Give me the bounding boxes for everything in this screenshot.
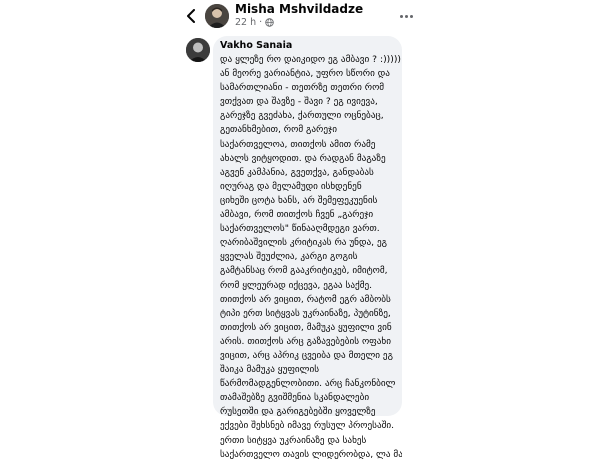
- post-header: Misha Mshvildadze 22 h ·: [0, 0, 600, 34]
- comment-bubble: Vakho Sanaia და ყლეზე რო დაიკიდო ეგ ამბა…: [213, 36, 402, 460]
- post-meta: 22 h ·: [235, 17, 274, 28]
- more-dot: [404, 14, 408, 18]
- comment-line: ან მეორე ვარიანტია, უფრო სწორი და: [220, 68, 390, 80]
- comment-line: ვიცით, არც აპრიკ ცვეიბა და მთელი ეგ: [220, 349, 393, 361]
- post-time[interactable]: 22 h: [235, 17, 256, 28]
- comment-line: სამართლიანი - თეთრზე თეთრი რომ: [220, 82, 385, 94]
- comment-line: აგვენ კამპანია, გვეთქვა, განდაბას: [220, 166, 374, 178]
- comment-line: თითქოს არ ვიცით, მამუკა ყუფილი ვინ: [220, 321, 392, 333]
- comment-line: ციხეში ცოტა ხანს, არ შემეფეკუენის: [220, 194, 378, 206]
- comment-line: გეთანხმებით, რომ გარეჯი: [220, 124, 337, 136]
- chevron-left-icon: [187, 9, 195, 23]
- comment-line: რომ ყლეურად იქცევა, ეგაა საქმე.: [220, 279, 373, 291]
- comment-line: წარმომადგენლობითი. არც ჩანკონბილ: [220, 378, 396, 390]
- comment-line: შაიკა მამუკა ყუფილის: [220, 364, 320, 376]
- more-dot: [409, 14, 413, 18]
- author-avatar[interactable]: [205, 4, 229, 28]
- post-author-name[interactable]: Misha Mshvildadze: [235, 2, 363, 16]
- comment-line: გამტანსაც რომ გააკრიტიკებ, იმიტომ,: [220, 265, 388, 277]
- comment-line: საქართველოს" წინააღმდეგი ვართ.: [220, 223, 380, 235]
- comment-line: ყველას შეუძლია, კარგი გოგის: [220, 251, 358, 263]
- more-options-button[interactable]: [396, 10, 416, 22]
- comment-line: ერთი სიტყვა უკრაინაზე და სახეს: [220, 434, 367, 446]
- comment-line: ტიპი ერთ სიტყვას უკრაინაზე, პუტინზე,: [220, 307, 391, 319]
- commenter-avatar[interactable]: [186, 38, 210, 62]
- comment-line: ვთქვათ და შავზე - შავი ? ეგ ივიევა,: [220, 96, 378, 108]
- comment-line: იღურაგ და მელამუდი ისხდენენ: [220, 180, 362, 192]
- comment-line: საქართველო თავის ლიდერობდა, ლა მადის: [220, 448, 402, 460]
- comment-line: და ყლეზე რო დაიკიდო ეგ ამბავი ? :))))): [220, 54, 401, 65]
- comment-line: საქართველოა, თითქოს ამით რამე: [220, 138, 376, 150]
- comment-line: ღარიბაშვილის კრიტიკას რა უნდა, ეგ: [220, 237, 387, 249]
- comment-line: რუსეთში და გარიგებებში ყოველზე: [220, 406, 376, 418]
- back-button[interactable]: [184, 8, 198, 24]
- comment-text: და ყლეზე რო დაიკიდო ეგ ამბავი ? :))))) ა…: [220, 53, 402, 462]
- more-dots-icon: [399, 14, 403, 18]
- comment-line: თითქოს არ ვიცით, რატომ ეგრ ამბობს: [220, 293, 391, 305]
- comment-author[interactable]: Vakho Sanaia: [220, 40, 402, 52]
- comment-line: არის. თითქოს არც გაზავებების ოფახი: [220, 335, 391, 347]
- comment-line: ახალს ვიტყოდით. და რადგან მაგაზე: [220, 152, 386, 164]
- comment-line: გარეჯზე გვეძახა, ქართული ოცნებაც,: [220, 110, 384, 122]
- comment-line: ამბავი, რომ თითქოს ჩვენ „გარეჯი: [220, 209, 374, 221]
- comment-line: თამაშებზე გვიშმენია სკანდალები: [220, 392, 370, 404]
- globe-icon: [265, 18, 274, 27]
- comment-line: ექვები შეხსნებ იმავე რუსულ პროესაში.: [220, 420, 395, 432]
